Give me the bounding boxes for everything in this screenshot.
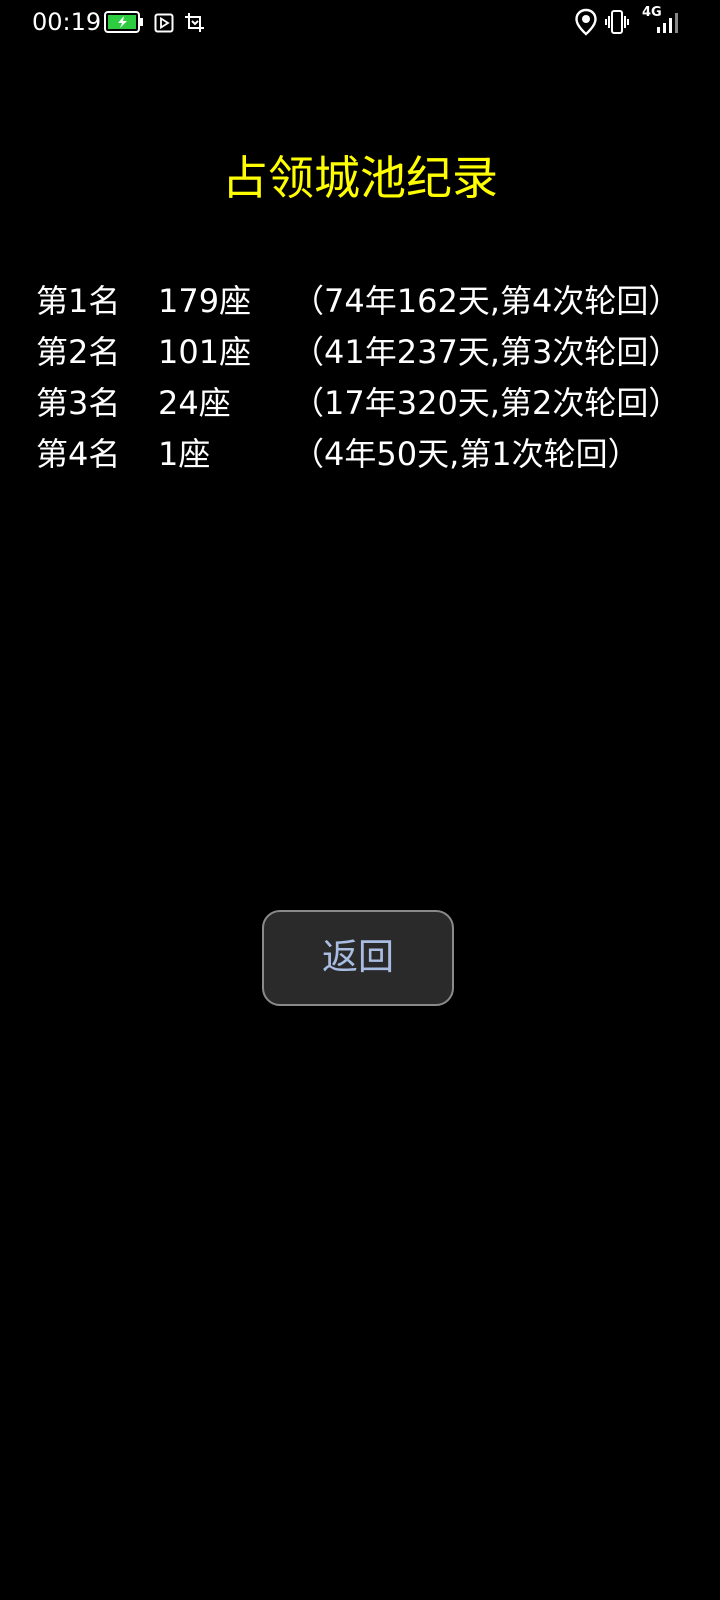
list-item: 第3名 24座 （17年320天,第2次轮回）	[36, 380, 706, 431]
back-button[interactable]: 返回	[262, 910, 454, 1006]
record-rank: 第4名	[36, 435, 121, 473]
signal-icon	[657, 13, 678, 33]
record-count: 1座	[158, 435, 211, 473]
record-detail: （4年50天,第1次轮回）	[292, 435, 640, 473]
status-bar: 00:19 4G	[0, 0, 720, 44]
record-detail: （41年237天,第3次轮回）	[292, 333, 681, 371]
location-icon	[575, 8, 597, 36]
record-count: 24座	[158, 384, 231, 422]
record-detail: （17年320天,第2次轮回）	[292, 384, 681, 422]
record-count: 101座	[158, 333, 252, 371]
record-detail: （74年162天,第4次轮回）	[292, 282, 681, 320]
status-time: 00:19	[32, 8, 102, 36]
list-item: 第2名 101座 （41年237天,第3次轮回）	[36, 329, 706, 380]
media-play-icon	[154, 13, 174, 33]
record-rank: 第2名	[36, 333, 121, 371]
record-rank: 第3名	[36, 384, 121, 422]
screenshot-icon	[185, 13, 204, 32]
record-list: 第1名 179座 （74年162天,第4次轮回） 第2名 101座 （41年23…	[36, 278, 706, 482]
list-item: 第1名 179座 （74年162天,第4次轮回）	[36, 278, 706, 329]
battery-charging-icon	[104, 11, 143, 33]
record-rank: 第1名	[36, 282, 121, 320]
list-item: 第4名 1座 （4年50天,第1次轮回）	[36, 431, 706, 482]
vibrate-icon	[605, 10, 629, 34]
page-title: 占领城池纪录	[222, 151, 498, 205]
record-count: 179座	[158, 282, 252, 320]
